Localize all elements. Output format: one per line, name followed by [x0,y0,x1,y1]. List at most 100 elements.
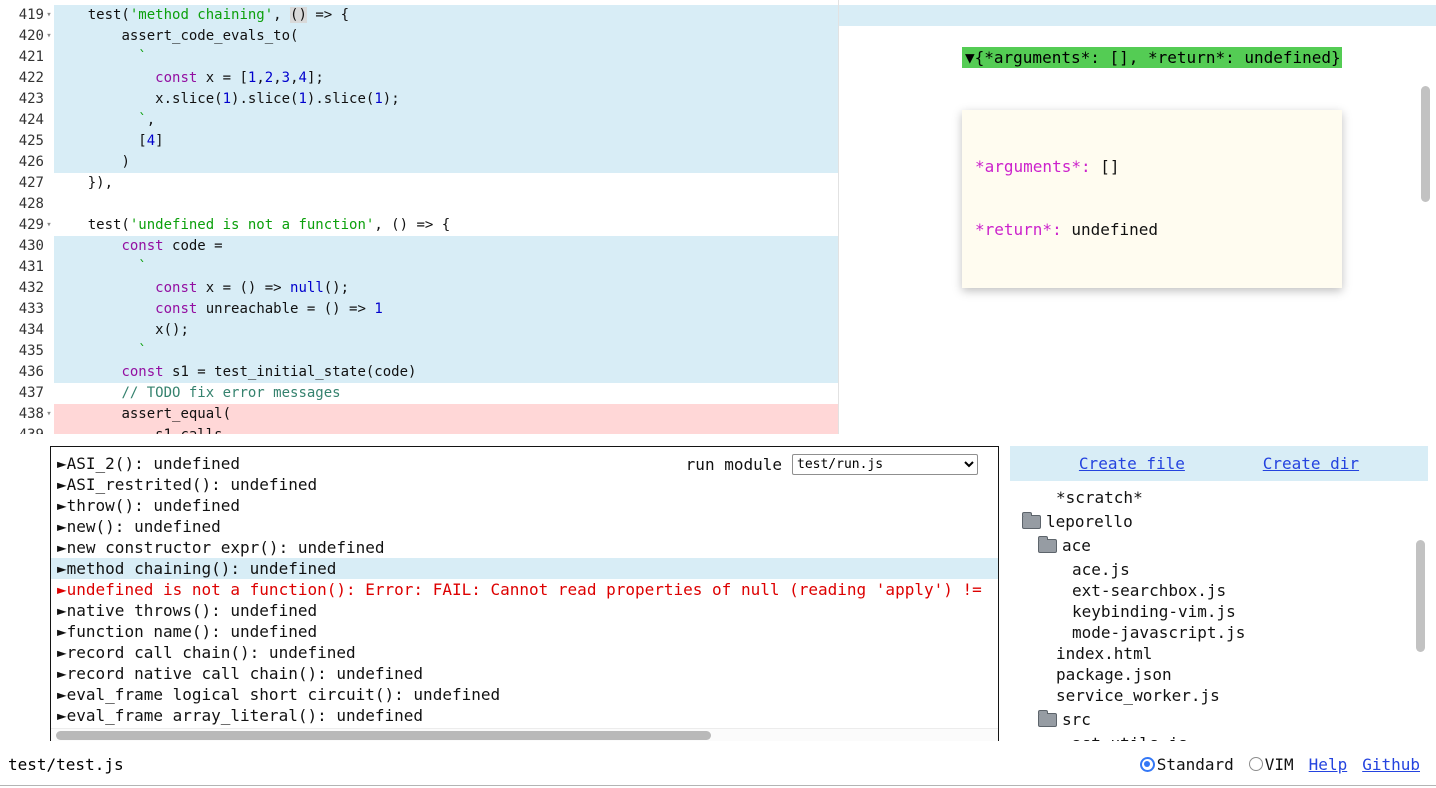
code-token: ).slice( [231,91,298,107]
editor-scrollbar-thumb[interactable] [1421,86,1430,202]
code-content[interactable]: x.slice(1).slice(1).slice(1); [54,89,838,110]
github-link[interactable]: Github [1362,755,1420,774]
code-token: const [155,301,197,317]
fold-arrow-icon[interactable]: ▾ [44,215,54,236]
test-result-label: function name(): undefined [67,622,317,641]
file-tree-item[interactable]: ast_utils.js [1010,733,1428,741]
test-result-row[interactable]: ►throw(): undefined [51,495,998,516]
keybinding-option-standard[interactable]: Standard [1140,755,1234,774]
code-content[interactable]: const code = [54,236,838,257]
keybinding-vim-label: VIM [1265,755,1294,774]
file-tree-item[interactable]: index.html [1010,643,1428,664]
expand-arrow-icon[interactable]: ► [57,559,67,578]
expand-arrow-icon[interactable]: ► [57,454,67,473]
expand-arrow-icon[interactable]: ► [57,643,67,662]
expand-arrow-icon[interactable]: ► [57,496,67,515]
tooltip-arguments-row[interactable]: *arguments*: [] [975,156,1342,177]
expand-arrow-icon[interactable]: ► [57,475,67,494]
expand-arrow-icon[interactable]: ► [57,517,67,536]
code-token: 4 [147,133,155,149]
files-scrollbar-thumb[interactable] [1416,540,1425,652]
test-result-row[interactable]: ►new(): undefined [51,516,998,537]
code-content[interactable]: x(); [54,320,838,341]
code-line[interactable]: 435 ` [0,341,1436,362]
radio-selected-icon[interactable] [1140,757,1155,772]
code-content[interactable]: assert_equal( [54,404,838,425]
code-content[interactable]: const x = () => null(); [54,278,838,299]
test-result-row[interactable]: ►undefined is not a function(): Error: F… [51,579,998,600]
code-editor[interactable]: 419▾ test('method chaining', () => {420▾… [0,0,1436,434]
code-line-rest [838,383,1436,404]
code-line[interactable]: 438▾ assert_equal( [0,404,1436,425]
expand-arrow-icon[interactable]: ► [57,664,67,683]
expand-arrow-icon[interactable]: ► [57,706,67,725]
code-token: 1 [374,91,382,107]
fold-arrow-icon[interactable]: ▾ [44,404,54,425]
file-tree-item[interactable]: *scratch* [1010,487,1428,508]
test-result-row[interactable]: ►function name(): undefined [51,621,998,642]
code-token: const [121,238,163,254]
expand-arrow-icon[interactable]: ► [57,538,67,557]
test-result-row[interactable]: ►record native call chain(): undefined [51,663,998,684]
code-content[interactable]: const s1 = test_initial_state(code) [54,362,838,383]
keybinding-option-vim[interactable]: VIM [1249,755,1294,774]
code-content[interactable]: [4] [54,131,838,152]
file-tree-item[interactable]: service_worker.js [1010,685,1428,706]
code-token: code = [164,238,223,254]
file-tree-item[interactable]: mode-javascript.js [1010,622,1428,643]
test-result-row[interactable]: ►record call chain(): undefined [51,642,998,663]
code-content[interactable]: // TODO fix error messages [54,383,838,404]
create-dir-button[interactable]: Create dir [1263,454,1359,473]
code-content[interactable] [54,194,838,215]
test-result-row[interactable]: ►eval_frame array_literal(): undefined [51,705,998,726]
code-content[interactable]: ` [54,341,838,362]
code-line[interactable]: 437 // TODO fix error messages [0,383,1436,404]
tooltip-header[interactable]: ▼{*arguments*: [], *return*: undefined} [962,47,1342,68]
radio-unselected-icon[interactable] [1249,757,1263,771]
window-bottom-edge [0,785,1436,786]
expand-arrow-icon[interactable]: ► [57,622,67,641]
leporello-ide: 419▾ test('method chaining', () => {420▾… [0,0,1436,788]
test-result-row[interactable]: ►new constructor expr(): undefined [51,537,998,558]
line-number: 422 [0,68,54,89]
test-result-row[interactable]: ►method chaining(): undefined [51,558,998,579]
expand-arrow-icon[interactable]: ► [57,601,67,620]
test-result-row[interactable]: ►ASI_restrited(): undefined [51,474,998,495]
code-content[interactable]: ` [54,47,838,68]
code-content[interactable]: `, [54,110,838,131]
file-tree-item[interactable]: ext-searchbox.js [1010,580,1428,601]
run-module-select[interactable]: test/run.js [792,454,978,475]
file-tree-item[interactable]: ace [1010,535,1428,556]
file-tree-item[interactable]: ace.js [1010,559,1428,580]
console-hscrollbar-thumb[interactable] [56,731,711,740]
tooltip-return-row[interactable]: *return*: undefined [975,219,1342,240]
code-content[interactable]: ) [54,152,838,173]
code-content[interactable]: }), [54,173,838,194]
help-link[interactable]: Help [1309,755,1348,774]
code-content[interactable]: const x = [1,2,3,4]; [54,68,838,89]
code-content[interactable]: assert_code_evals_to( [54,26,838,47]
file-tree-item[interactable]: leporello [1010,511,1428,532]
expand-arrow-icon[interactable]: ► [57,580,67,599]
fold-arrow-icon[interactable]: ▾ [44,5,54,26]
test-result-row[interactable]: ►native throws(): undefined [51,600,998,621]
test-result-label: undefined is not a function(): Error: FA… [67,580,982,599]
expand-arrow-icon[interactable]: ► [57,685,67,704]
code-token: ).slice( [307,91,374,107]
code-line[interactable]: 436 const s1 = test_initial_state(code) [0,362,1436,383]
code-content[interactable]: ` [54,257,838,278]
fold-arrow-icon[interactable]: ▾ [44,26,54,47]
code-content[interactable]: test('undefined is not a function', () =… [54,215,838,236]
console-hscrollbar[interactable] [51,728,998,742]
code-content[interactable]: test('method chaining', () => { [54,5,838,26]
test-result-row[interactable]: ►eval_frame logical short circuit(): und… [51,684,998,705]
code-content[interactable]: s1.calls [54,425,838,434]
file-tree-item[interactable]: src [1010,709,1428,730]
code-line[interactable]: 439 s1.calls [0,425,1436,434]
file-tree-item[interactable]: keybinding-vim.js [1010,601,1428,622]
code-content[interactable]: const unreachable = () => 1 [54,299,838,320]
file-tree-item[interactable]: package.json [1010,664,1428,685]
create-file-button[interactable]: Create file [1079,454,1185,473]
code-token: }), [88,175,113,191]
code-token: ` [138,259,146,275]
